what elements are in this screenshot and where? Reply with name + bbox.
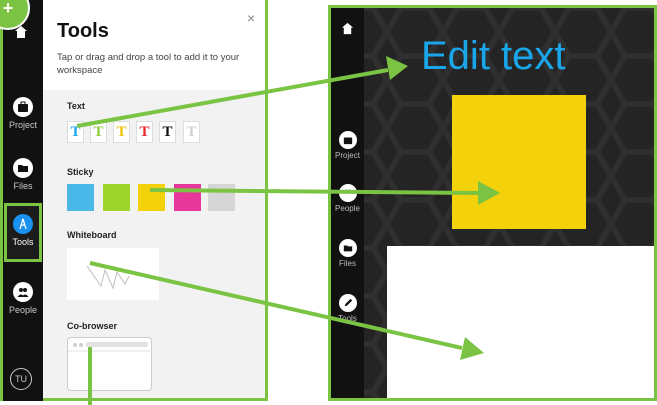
sticky-tool-3[interactable]: [138, 184, 165, 211]
workspace-rail-label-tools: Tools: [338, 314, 357, 323]
workspace-rail-files[interactable]: Files: [331, 239, 364, 268]
text-tool-5[interactable]: T: [159, 121, 176, 143]
briefcase-icon: [13, 97, 33, 117]
rail-label-tools: Tools: [12, 237, 34, 247]
section-whiteboard: Whiteboard: [67, 230, 117, 240]
rail-item-files[interactable]: Files: [3, 158, 43, 191]
workspace-folder-icon: [338, 239, 357, 257]
user-avatar[interactable]: TU: [10, 368, 32, 390]
section-text: Text: [67, 101, 85, 111]
folder-icon: [13, 158, 33, 178]
rail-label-project: Project: [8, 120, 37, 130]
workspace-frame: Project People Files Tools Edit text: [328, 5, 657, 401]
text-tool-4[interactable]: T: [136, 121, 153, 143]
sticky-tool-4[interactable]: [174, 184, 201, 211]
rail-item-tools[interactable]: Tools: [4, 203, 42, 262]
tools-panel-header: Tools Tap or drag and drop a tool to add…: [43, 0, 265, 90]
sticky-tool-1[interactable]: [67, 184, 94, 211]
panel-subtitle: Tap or drag and drop a tool to add it to…: [57, 52, 240, 76]
workspace-whiteboard[interactable]: [387, 246, 654, 398]
text-tool-1[interactable]: T: [67, 121, 84, 143]
section-cobrowser: Co-browser: [67, 321, 118, 331]
whiteboard-tool[interactable]: [67, 248, 159, 300]
text-tool-6[interactable]: T: [183, 121, 200, 143]
sticky-tool-2[interactable]: [103, 184, 130, 211]
workspace-rail-project[interactable]: Project: [331, 131, 364, 160]
rail-label-people: People: [8, 305, 38, 315]
rail-label-files: Files: [13, 181, 33, 191]
browser-window-icon: [68, 342, 153, 352]
cobrowser-tool[interactable]: [67, 337, 153, 391]
scribble-icon: [86, 265, 130, 290]
workspace-briefcase-icon: [338, 131, 357, 149]
text-tool-3[interactable]: T: [113, 121, 130, 143]
rail-item-project[interactable]: Project: [3, 97, 43, 130]
rail-item-people[interactable]: People: [3, 282, 43, 315]
close-icon[interactable]: ×: [247, 10, 255, 26]
workspace-rail-people[interactable]: People: [331, 184, 364, 213]
workspace-home-icon[interactable]: [341, 22, 354, 40]
workspace-rail-label-people: People: [335, 204, 360, 213]
compass-icon: [13, 214, 33, 234]
people-icon: [13, 282, 33, 302]
workspace-pencil-icon: [338, 294, 357, 312]
workspace-rail-label-project: Project: [335, 151, 360, 160]
workspace-people-icon: [338, 184, 357, 202]
panel-title: Tools: [57, 20, 109, 42]
left-nav-rail: [3, 0, 43, 401]
workspace-text-item[interactable]: Edit text: [421, 34, 566, 79]
workspace-rail-label-files: Files: [339, 259, 356, 268]
workspace-sticky-note[interactable]: [452, 95, 586, 229]
sticky-tool-5[interactable]: [208, 184, 235, 211]
section-sticky: Sticky: [67, 167, 94, 177]
text-tool-2[interactable]: T: [90, 121, 107, 143]
workspace-rail-tools[interactable]: Tools: [331, 294, 364, 323]
